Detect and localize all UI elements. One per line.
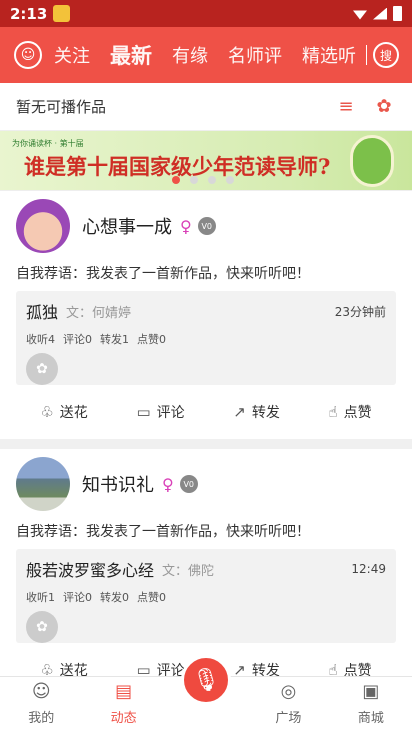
avatar[interactable]	[16, 457, 70, 511]
feed-icon: ▤	[115, 680, 133, 702]
shopping-bag-icon: ▣	[362, 680, 380, 702]
female-icon: ♀	[162, 474, 174, 494]
playlist-icon[interactable]: ≡	[334, 95, 358, 119]
search-icon[interactable]: 搜	[373, 42, 399, 68]
author-name[interactable]: 心想事一成	[82, 213, 172, 239]
thumbs-up-icon: ☝	[328, 403, 338, 421]
status-bar: 2:13	[0, 0, 412, 27]
cat-mascot-icon[interactable]: ✿	[372, 95, 396, 119]
level-badge: V0	[197, 217, 216, 235]
comment-button[interactable]: ▭ 评论	[136, 402, 184, 422]
tab-fate[interactable]: 有缘	[172, 42, 208, 68]
top-navigation: ☺ 关注 最新 有缘 名师评 精选听 搜	[0, 27, 412, 83]
send-flower-label: 送花	[59, 405, 88, 421]
flower-icon: ♧	[40, 403, 54, 421]
female-icon: ♀	[180, 216, 192, 236]
banner-subtitle: 为你诵读杯 · 第十届	[12, 139, 84, 148]
share-button[interactable]: ↗ 转发	[233, 402, 280, 422]
signal-icon	[373, 7, 387, 20]
feed-post: 心想事一成 ♀ V0 自我荐语：我发表了一首新作品，快来听听吧！ 孤独 文：何婧…	[0, 191, 412, 439]
like-count: 点赞0	[137, 591, 166, 604]
like-button[interactable]: ☝ 点赞	[329, 402, 372, 422]
carousel-dot[interactable]	[208, 176, 216, 184]
author-name[interactable]: 知书识礼	[82, 471, 154, 497]
comment-count: 评论0	[63, 591, 92, 604]
comment-count: 评论0	[63, 333, 92, 346]
nav-mine-label: 我的	[28, 711, 55, 726]
promo-banner[interactable]: 为你诵读杯 · 第十届 谁是第十届国家级少年范读导师?	[0, 131, 412, 191]
compass-icon: ◎	[280, 680, 297, 702]
work-title: 孤独	[26, 303, 59, 322]
share-label: 转发	[251, 405, 280, 421]
listen-count: 收听1	[26, 591, 55, 604]
tab-teacher-review[interactable]: 名师评	[228, 42, 282, 68]
microphone-illustration-icon	[350, 135, 394, 187]
tab-follow[interactable]: 关注	[54, 42, 90, 68]
feed-divider	[0, 439, 412, 449]
work-time: 23分钟前	[334, 304, 386, 319]
share-count: 转发1	[100, 333, 129, 346]
nav-square[interactable]: ◎ 广场	[247, 677, 329, 732]
recommend-text: 自我荐语：我发表了一首新作品，快来听听吧！	[16, 524, 310, 540]
work-stats: 收听4 评论0 转发1 点赞0	[26, 331, 386, 347]
work-cover-icon[interactable]: ✿	[26, 353, 58, 385]
now-playing-text: 暂无可播作品	[16, 98, 107, 116]
carousel-indicator	[172, 176, 234, 184]
level-badge: V0	[179, 475, 198, 493]
tab-selected[interactable]: 精选听	[302, 42, 356, 68]
tab-latest[interactable]: 最新	[110, 40, 152, 70]
comment-label: 评论	[156, 405, 185, 421]
post-actions: ♧ 送花 ▭ 评论 ↗ 转发 ☝ 点赞	[16, 385, 396, 439]
carousel-dot[interactable]	[190, 176, 198, 184]
microphone-icon[interactable]: 🎙	[181, 655, 232, 705]
work-card[interactable]: 般若波罗蜜多心经 文：佛陀 12:49 收听1 评论0 转发0 点赞0 ✿	[16, 549, 396, 643]
like-count: 点赞0	[137, 333, 166, 346]
wifi-icon	[353, 10, 367, 20]
share-count: 转发0	[100, 591, 129, 604]
avatar[interactable]	[16, 199, 70, 253]
status-time: 2:13	[10, 4, 48, 23]
recommend-text: 自我荐语：我发表了一首新作品，快来听听吧！	[16, 266, 310, 282]
search-label: 搜	[379, 48, 392, 63]
work-card[interactable]: 孤独 文：何婧婷 23分钟前 收听4 评论0 转发1 点赞0 ✿	[16, 291, 396, 385]
nav-divider	[366, 45, 367, 65]
app-notification-icon	[53, 5, 71, 22]
comment-icon: ▭	[136, 403, 151, 421]
now-playing-bar: 暂无可播作品 ≡ ✿	[0, 83, 412, 131]
nav-mall[interactable]: ▣ 商城	[330, 677, 412, 732]
user-mascot-icon: ☺	[31, 680, 51, 702]
bottom-navigation: ☺ 我的 ▤ 动态 🎙 ◎ 广场 ▣ 商城	[0, 655, 412, 732]
work-title: 般若波罗蜜多心经	[26, 561, 155, 580]
nav-record[interactable]: 🎙	[165, 655, 247, 732]
post-author: 心想事一成 ♀ V0	[16, 191, 396, 261]
carousel-dot[interactable]	[172, 176, 180, 184]
nav-square-label: 广场	[275, 711, 302, 726]
smile-logo-icon[interactable]: ☺	[14, 41, 42, 69]
work-author: 文：何婧婷	[66, 305, 132, 321]
work-time: 12:49	[351, 562, 386, 576]
nav-feed[interactable]: ▤ 动态	[82, 677, 164, 732]
nav-mall-label: 商城	[357, 711, 384, 726]
carousel-dot[interactable]	[226, 176, 234, 184]
work-cover-icon[interactable]: ✿	[26, 611, 58, 643]
work-stats: 收听1 评论0 转发0 点赞0	[26, 589, 386, 605]
nav-mine[interactable]: ☺ 我的	[0, 677, 82, 732]
like-label: 点赞	[343, 405, 372, 421]
work-author: 文：佛陀	[162, 563, 215, 579]
share-icon: ↗	[233, 403, 246, 421]
send-flower-button[interactable]: ♧ 送花	[40, 402, 87, 422]
post-author: 知书识礼 ♀ V0	[16, 449, 396, 519]
nav-feed-label: 动态	[110, 711, 137, 726]
listen-count: 收听4	[26, 333, 55, 346]
battery-icon	[393, 6, 402, 21]
